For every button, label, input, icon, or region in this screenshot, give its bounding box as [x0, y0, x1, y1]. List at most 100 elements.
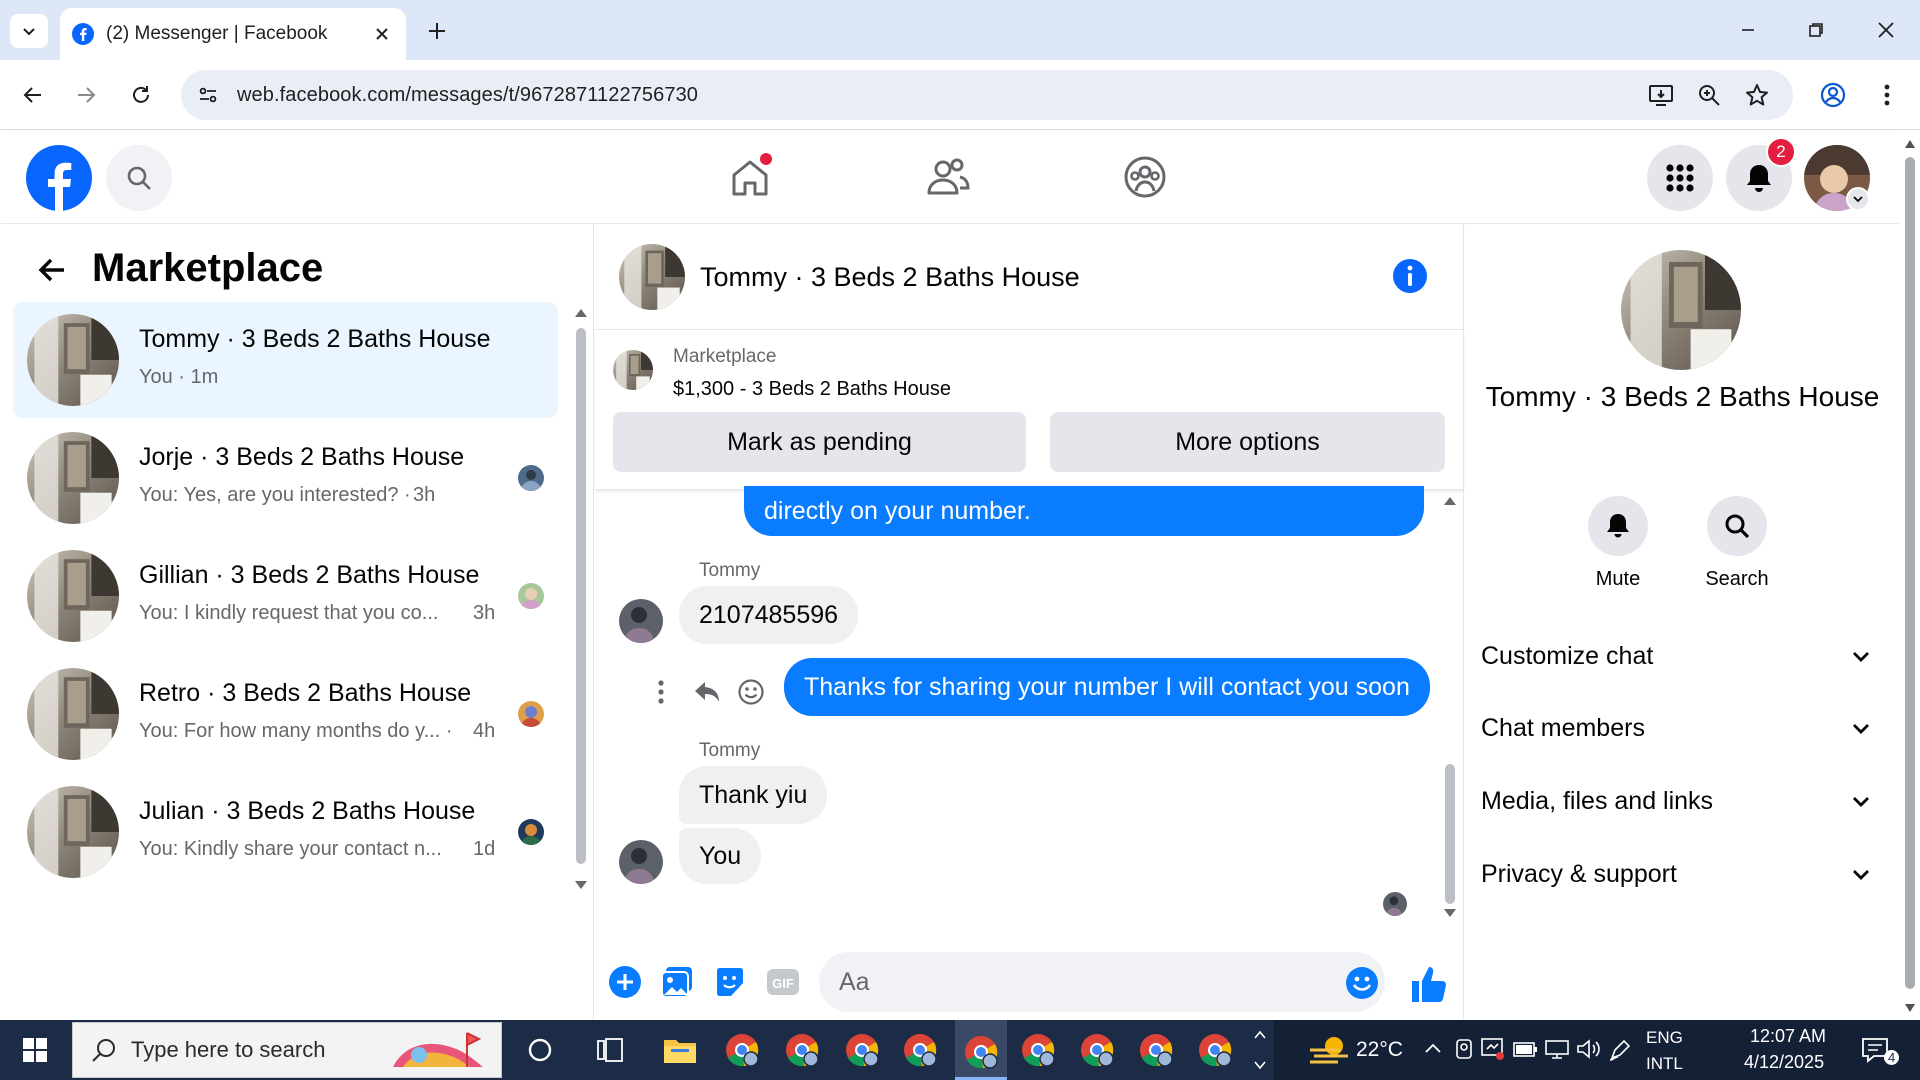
chat-avatar[interactable]: [619, 244, 685, 310]
reload-button[interactable]: [120, 74, 162, 116]
mark-as-pending-button[interactable]: Mark as pending: [613, 412, 1026, 472]
zoom-icon[interactable]: [1696, 82, 1722, 108]
taskbar-search-box[interactable]: Type here to search: [72, 1022, 502, 1078]
chat-profile-avatar[interactable]: [1621, 250, 1741, 370]
search-in-chat-action[interactable]: Search: [1687, 496, 1787, 591]
chrome-window-button[interactable]: [840, 1028, 884, 1072]
language-code[interactable]: ENG: [1646, 1028, 1683, 1048]
cortana-button[interactable]: [518, 1028, 562, 1072]
chat-title[interactable]: Tommy · 3 Beds 2 Baths House: [700, 262, 1080, 293]
message-more-icon[interactable]: [655, 678, 667, 706]
chrome-window-button[interactable]: [1134, 1028, 1178, 1072]
chevron-up-icon[interactable]: [1424, 1042, 1442, 1054]
kebab-menu-icon[interactable]: [1874, 82, 1900, 108]
conversation-item[interactable]: Retro · 3 Beds 2 Baths House You: For ho…: [13, 656, 558, 772]
scroll-up-arrow-icon[interactable]: [574, 308, 588, 318]
scroll-down-arrow-icon[interactable]: [574, 880, 588, 890]
message-input[interactable]: [819, 952, 1385, 1012]
clock-date[interactable]: 4/12/2025: [1744, 1052, 1824, 1073]
start-button[interactable]: [0, 1020, 70, 1080]
close-tab-icon[interactable]: [368, 20, 396, 48]
profile-icon[interactable]: [1820, 82, 1846, 108]
chrome-window-button[interactable]: [1193, 1028, 1237, 1072]
bookmark-star-icon[interactable]: [1744, 82, 1770, 108]
gif-button[interactable]: GIF: [763, 962, 803, 1002]
pen-icon[interactable]: [1608, 1038, 1632, 1062]
screen-record-icon[interactable]: [1480, 1036, 1506, 1062]
weather-hazy-icon[interactable]: [1308, 1034, 1352, 1066]
thumbs-up-icon[interactable]: [1410, 964, 1450, 1004]
file-explorer-button[interactable]: [658, 1028, 702, 1072]
message-incoming[interactable]: You: [679, 828, 762, 884]
message-outgoing[interactable]: Thanks for sharing your number I will co…: [784, 658, 1430, 716]
conversation-item[interactable]: Jorje · 3 Beds 2 Baths House You: Yes, a…: [13, 420, 558, 536]
address-bar[interactable]: web.facebook.com/messages/t/967287112275…: [181, 70, 1793, 120]
weather-temp[interactable]: 22°C: [1356, 1038, 1403, 1062]
task-view-button[interactable]: [588, 1028, 632, 1072]
back-button[interactable]: [12, 74, 54, 116]
message-incoming[interactable]: 2107485596: [679, 586, 859, 644]
close-window-button[interactable]: [1862, 10, 1910, 50]
conversation-list-scrollbar[interactable]: [576, 328, 586, 864]
tab-search-button[interactable]: [10, 14, 48, 48]
account-chevron-icon[interactable]: [1846, 187, 1870, 211]
chrome-window-button[interactable]: [720, 1028, 764, 1072]
reply-icon[interactable]: [693, 678, 721, 706]
message-incoming[interactable]: Thank yiu: [679, 766, 828, 824]
facebook-search-button[interactable]: [106, 145, 172, 211]
install-app-icon[interactable]: [1648, 82, 1674, 108]
conversation-item[interactable]: Gillian · 3 Beds 2 Baths House You: I ki…: [13, 538, 558, 654]
chrome-window-button-active[interactable]: [955, 1020, 1007, 1080]
scroll-up-arrow-icon[interactable]: [1443, 496, 1457, 506]
conversation-name: Gillian · 3 Beds 2 Baths House: [139, 561, 480, 589]
nav-home-tab[interactable]: [720, 151, 780, 203]
keyboard-layout[interactable]: INTL: [1646, 1054, 1683, 1074]
menu-button[interactable]: [1647, 145, 1713, 211]
info-icon[interactable]: [1392, 258, 1428, 294]
site-info-icon[interactable]: [195, 82, 221, 108]
clock-time[interactable]: 12:07 AM: [1750, 1026, 1826, 1047]
volume-icon[interactable]: [1576, 1038, 1602, 1060]
react-emoji-icon[interactable]: [737, 678, 765, 706]
chrome-window-button[interactable]: [898, 1028, 942, 1072]
minimize-button[interactable]: [1724, 10, 1772, 50]
media-files-links-section[interactable]: Media, files and links: [1471, 771, 1881, 831]
conversation-name: Tommy · 3 Beds 2 Baths House: [139, 325, 491, 353]
mute-action[interactable]: Mute: [1568, 496, 1668, 591]
chrome-window-button[interactable]: [1016, 1028, 1060, 1072]
conversation-item[interactable]: Julian · 3 Beds 2 Baths House You: Kindl…: [13, 774, 558, 890]
scroll-up-arrow-icon[interactable]: [1904, 139, 1916, 149]
forward-button[interactable]: [65, 74, 107, 116]
chrome-window-button[interactable]: [1075, 1028, 1119, 1072]
battery-icon[interactable]: [1512, 1038, 1538, 1060]
new-tab-button[interactable]: [420, 14, 454, 48]
privacy-support-section[interactable]: Privacy & support: [1471, 844, 1881, 904]
nav-friends-tab[interactable]: [918, 151, 978, 203]
browser-tab-messenger[interactable]: (2) Messenger | Facebook: [60, 8, 406, 60]
chat-scrollbar[interactable]: [1445, 764, 1455, 904]
sticker-button[interactable]: [710, 962, 750, 1002]
message-outgoing[interactable]: directly on your number.: [744, 486, 1424, 536]
facebook-logo-icon[interactable]: [26, 145, 92, 211]
restore-button[interactable]: [1792, 10, 1840, 50]
emoji-icon[interactable]: [1345, 966, 1379, 1000]
page-scrollbar[interactable]: [1900, 131, 1920, 1020]
conversation-time: 3h: [473, 602, 496, 624]
chat-members-section[interactable]: Chat members: [1471, 698, 1881, 758]
listing-price-title[interactable]: $1,300 - 3 Beds 2 Baths House: [673, 378, 951, 401]
svg-text:GIF: GIF: [772, 976, 794, 991]
scroll-down-arrow-icon[interactable]: [1443, 908, 1457, 918]
nav-groups-tab[interactable]: [1115, 151, 1175, 203]
attach-photo-button[interactable]: [657, 962, 697, 1002]
more-options-button[interactable]: More options: [1050, 412, 1445, 472]
customize-chat-section[interactable]: Customize chat: [1471, 626, 1881, 686]
chrome-window-button[interactable]: [780, 1028, 824, 1072]
page-scrollbar-thumb[interactable]: [1905, 157, 1915, 989]
back-arrow-button[interactable]: [30, 248, 74, 292]
taskbar-overflow[interactable]: [1252, 1024, 1268, 1076]
add-attachment-button[interactable]: [605, 962, 645, 1002]
scroll-down-arrow-icon[interactable]: [1904, 1003, 1916, 1013]
camera-icon[interactable]: [1454, 1038, 1474, 1060]
network-icon[interactable]: [1544, 1038, 1570, 1060]
conversation-item[interactable]: Tommy · 3 Beds 2 Baths House You · 1m: [13, 302, 558, 418]
